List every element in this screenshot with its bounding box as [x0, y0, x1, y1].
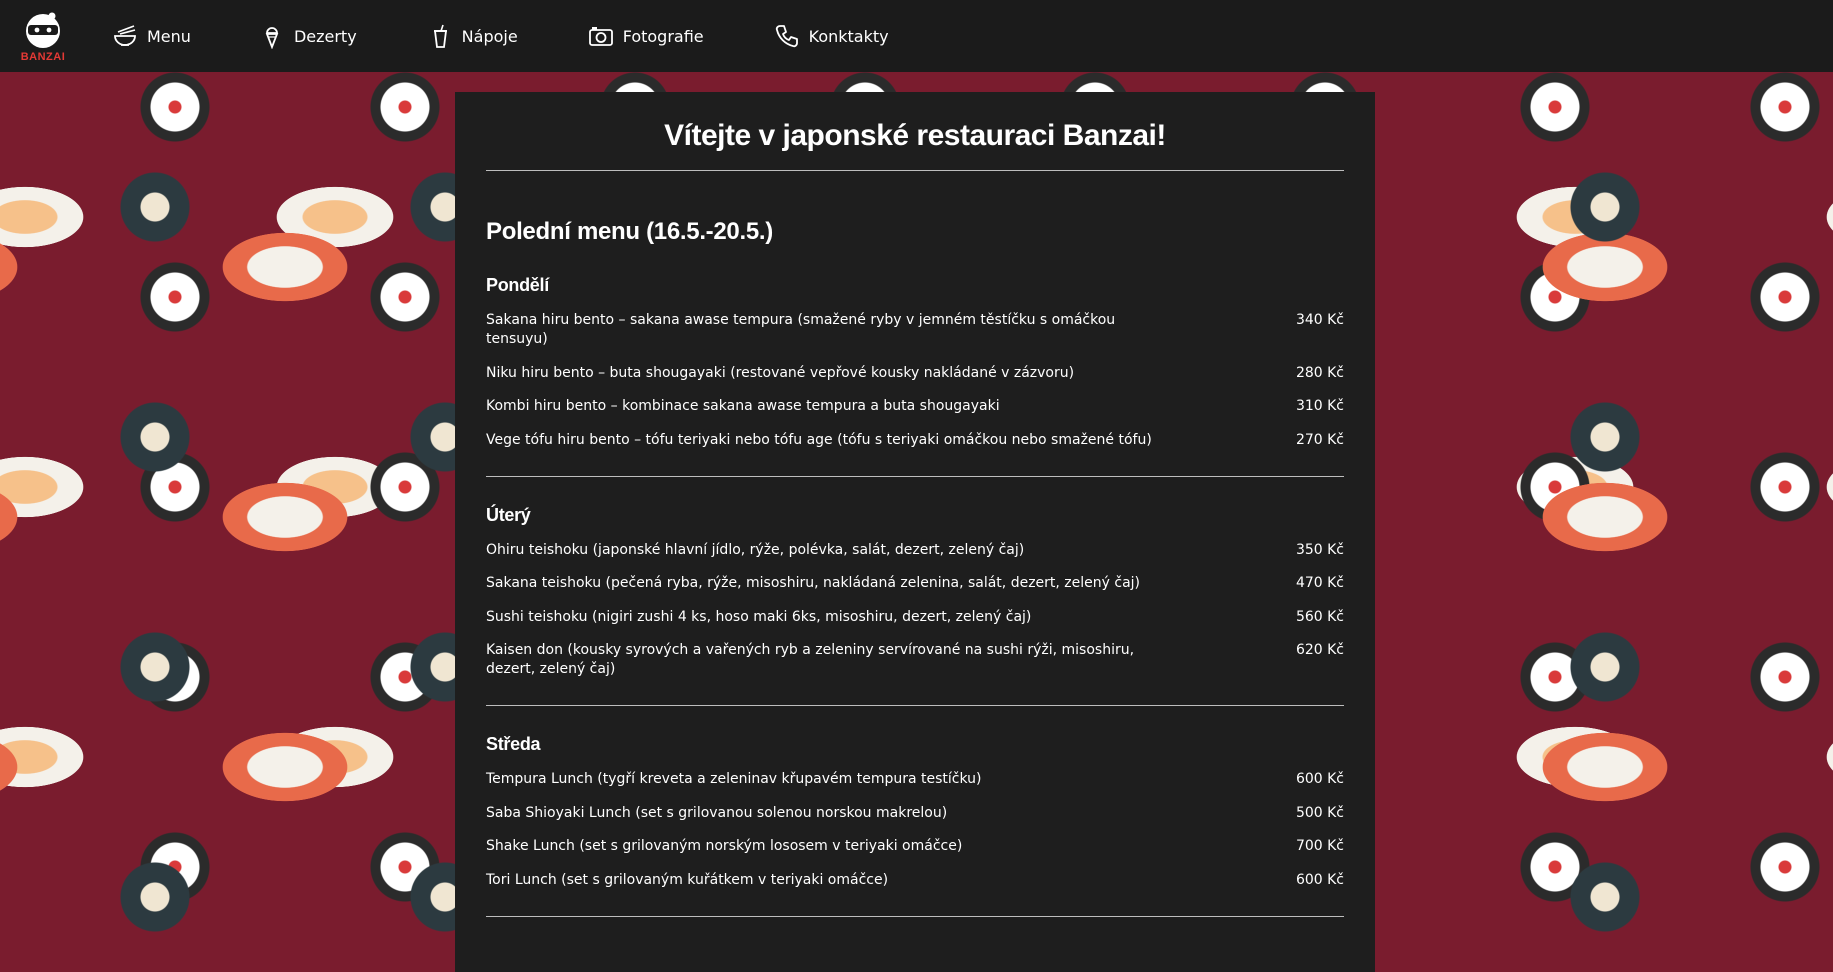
menu-item-price: 340 Kč	[1295, 312, 1344, 328]
camera-icon	[588, 27, 613, 46]
divider	[486, 475, 1344, 477]
page-title: Vítejte v japonské restauraci Banzai!	[664, 119, 1166, 152]
menu-item-price: 600 Kč	[1295, 871, 1344, 888]
menu-item-name: Sakana hiru bento – sakana awase tempura…	[486, 312, 1116, 347]
menu-item-price: 560 Kč	[1295, 608, 1344, 625]
menu-item: Saba Shioyaki Lunch (set s grilovanou so…	[486, 804, 1344, 823]
menu-item: Sakana hiru bento – sakana awase tempura…	[486, 311, 1344, 349]
menu-item-price: 350 Kč	[1295, 541, 1344, 558]
day-title: Pondělí	[486, 275, 549, 295]
menu-item-price: 620 Kč	[1295, 642, 1344, 658]
logo[interactable]: BANZAI	[0, 0, 86, 72]
menu-item: Kombi hiru bento – kombinace sakana awas…	[486, 397, 1344, 416]
menu-item-name: Niku hiru bento – buta shougayaki (resto…	[486, 364, 1075, 381]
menu-item-name: Kombi hiru bento – kombinace sakana awas…	[486, 398, 1000, 414]
ice-cream-icon	[265, 27, 279, 49]
nav-label-desserts: Dezerty	[293, 26, 357, 46]
menu-item: Sushi teishoku (nigiri zushi 4 ks, hoso …	[486, 608, 1344, 627]
day-title: Středa	[486, 734, 541, 754]
menu-item: Vege tófu hiru bento – tófu teriyaki neb…	[486, 431, 1344, 450]
nav-label-drinks: Nápoje	[461, 26, 518, 46]
menu-list: Ohiru teishoku (japonské hlavní jídlo, r…	[486, 541, 1344, 680]
drink-cup-icon	[433, 24, 447, 48]
menu-item: Kaisen don (kousky syrových a vařených r…	[486, 641, 1344, 679]
menu-item: Tori Lunch (set s grilovaným kuřátkem v …	[486, 871, 1344, 890]
nav-item-menu[interactable]: Menu	[112, 0, 191, 72]
menu-item-price: 270 Kč	[1295, 431, 1344, 448]
menu-item-name: Tempura Lunch (tygří kreveta a zeleninav…	[486, 771, 982, 787]
divider	[486, 705, 1344, 706]
nav-label-photos: Fotografie	[622, 26, 704, 46]
menu-item-name: Sakana teishoku (pečená ryba, rýže, miso…	[486, 575, 1141, 591]
menu-list: Tempura Lunch (tygří kreveta a zeleninav…	[486, 770, 1344, 890]
nav-item-desserts[interactable]: Dezerty	[259, 0, 357, 72]
menu-item: Sakana teishoku (pečená ryba, rýže, miso…	[486, 574, 1344, 593]
ninja-logo-icon	[26, 12, 60, 48]
menu-item-name: Sushi teishoku (nigiri zushi 4 ks, hoso …	[486, 608, 1032, 625]
nav-label-menu: Menu	[147, 26, 191, 46]
menu-item: Ohiru teishoku (japonské hlavní jídlo, r…	[486, 541, 1344, 560]
menu-item-name: Vege tófu hiru bento – tófu teriyaki neb…	[486, 431, 1152, 448]
menu-item-name: Saba Shioyaki Lunch (set s grilovanou so…	[486, 804, 948, 821]
menu-list: Sakana hiru bento – sakana awase tempura…	[486, 311, 1344, 450]
menu-item-price: 700 Kč	[1295, 838, 1344, 854]
menu-item-name: Shake Lunch (set s grilovaným norským lo…	[486, 838, 963, 854]
bowl-icon	[114, 25, 136, 46]
menu-item-price: 280 Kč	[1295, 364, 1344, 381]
phone-icon	[775, 25, 798, 48]
day-section-monday: Pondělí Sakana hiru bento – sakana awase…	[486, 273, 1344, 477]
menu-item: Shake Lunch (set s grilovaným norským lo…	[486, 837, 1344, 856]
menu-item: Tempura Lunch (tygří kreveta a zeleninav…	[486, 770, 1344, 789]
top-navbar: BANZAI Menu Dezerty Nápoje Fotografie Ko…	[0, 0, 1833, 72]
nav-item-drinks[interactable]: Nápoje	[427, 0, 518, 72]
nav-label-contacts: Konktakty	[808, 26, 889, 46]
day-section-tuesday: Úterý Ohiru teishoku (japonské hlavní jí…	[486, 503, 1344, 706]
menu-item-price: 600 Kč	[1295, 771, 1344, 787]
menu-item-name: Ohiru teishoku (japonské hlavní jídlo, r…	[486, 541, 1025, 558]
menu-item-price: 310 Kč	[1295, 398, 1344, 414]
menu-item: Niku hiru bento – buta shougayaki (resto…	[486, 364, 1344, 383]
content-panel: Vítejte v japonské restauraci Banzai! Po…	[455, 92, 1375, 972]
logo-text: BANZAI	[20, 50, 66, 63]
menu-item-price: 470 Kč	[1295, 575, 1344, 591]
nav-item-photos[interactable]: Fotografie	[588, 0, 704, 72]
day-title: Úterý	[486, 504, 531, 525]
divider	[486, 915, 1344, 917]
menu-item-name: Kaisen don (kousky syrových a vařených r…	[486, 642, 1135, 677]
lunch-menu-title: Polední menu (16.5.-20.5.)	[486, 218, 773, 245]
day-section-wednesday: Středa Tempura Lunch (tygří kreveta a ze…	[486, 732, 1344, 917]
divider	[486, 170, 1344, 171]
menu-item-name: Tori Lunch (set s grilovaným kuřátkem v …	[486, 871, 889, 888]
menu-item-price: 500 Kč	[1295, 804, 1344, 821]
nav-item-contacts[interactable]: Konktakty	[774, 0, 889, 72]
